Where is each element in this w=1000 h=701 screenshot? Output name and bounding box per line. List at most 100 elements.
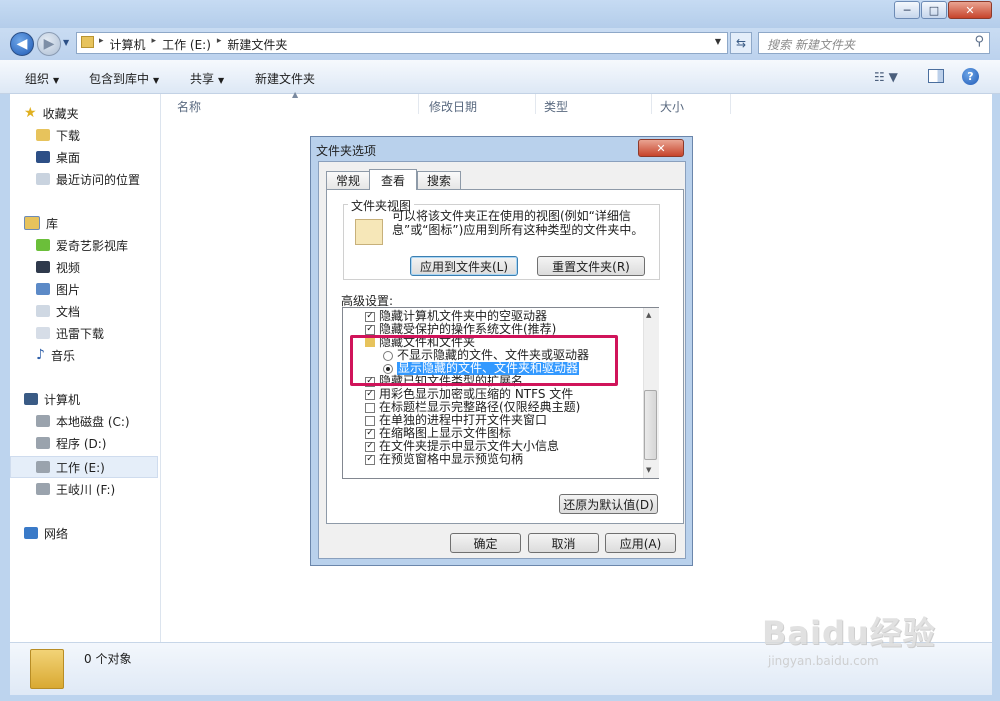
item-count: 0 个对象 <box>84 652 132 666</box>
search-box[interactable]: 搜索 新建文件夹 ⚲ <box>758 32 990 54</box>
desktop-icon <box>36 151 50 163</box>
address-dropdown-icon[interactable]: ▼ <box>715 37 721 46</box>
folder-view-icon <box>355 219 383 245</box>
checkbox-checked-icon[interactable]: ✓ <box>365 428 375 439</box>
setting-preview-handlers[interactable]: ✓ 在预览窗格中显示预览句柄 <box>365 453 523 466</box>
checkbox-unchecked-icon[interactable] <box>365 415 375 426</box>
tab-search[interactable]: 搜索 <box>417 171 461 189</box>
breadcrumb-separator: ▸ <box>151 36 157 46</box>
preview-pane-button[interactable] <box>928 69 944 83</box>
nav-libraries[interactable]: 库 <box>24 213 58 233</box>
column-header-modified[interactable]: 修改日期 <box>429 98 477 115</box>
column-separator[interactable] <box>730 94 731 114</box>
library-icon <box>24 216 40 230</box>
apply-to-folders-button[interactable]: 应用到文件夹(L) <box>410 256 518 276</box>
cancel-button[interactable]: 取消 <box>528 533 599 553</box>
chevron-down-icon: ▼ <box>63 38 70 47</box>
recent-pages-dropdown[interactable]: ▼ <box>63 38 69 47</box>
organize-label: 组织 <box>25 72 50 86</box>
view-options-button[interactable]: ☷ ▼ <box>874 70 898 84</box>
restore-defaults-button[interactable]: 还原为默认值(D) <box>559 494 658 514</box>
include-library-label: 包含到库中 <box>89 72 150 86</box>
apply-button[interactable]: 应用(A) <box>605 533 676 553</box>
tab-view[interactable]: 查看 <box>369 169 417 190</box>
share-menu[interactable]: 共享 ▼ <box>190 70 224 87</box>
chevron-down-icon: ▼ <box>218 76 225 85</box>
search-placeholder: 搜索 新建文件夹 <box>767 38 855 52</box>
chevron-down-icon: ▼ <box>153 76 160 85</box>
nav-thunder[interactable]: 迅雷下载 <box>36 323 104 343</box>
nav-downloads[interactable]: 下载 <box>36 125 80 145</box>
forward-button[interactable]: ▶ <box>37 32 61 56</box>
nav-label: 音乐 <box>50 348 75 363</box>
column-header-size[interactable]: 大小 <box>660 98 684 115</box>
refresh-icon: ⇆ <box>735 36 747 50</box>
drive-icon <box>36 415 50 427</box>
checkbox-checked-icon[interactable]: ✓ <box>365 454 375 465</box>
organize-menu[interactable]: 组织 ▼ <box>25 70 59 87</box>
ok-button[interactable]: 确定 <box>450 533 521 553</box>
pictures-icon <box>36 283 50 295</box>
help-icon: ? <box>967 70 974 83</box>
close-button[interactable]: ✕ <box>948 1 992 19</box>
nav-drive-d[interactable]: 程序 (D:) <box>36 433 106 453</box>
checkbox-checked-icon[interactable]: ✓ <box>365 389 375 400</box>
breadcrumb-new-folder[interactable]: 新建文件夹 <box>227 36 287 53</box>
nav-pictures[interactable]: 图片 <box>36 279 80 299</box>
column-separator[interactable] <box>418 94 419 114</box>
nav-iqiyi[interactable]: 爱奇艺影视库 <box>36 235 128 255</box>
back-button[interactable]: ◀ <box>10 32 34 56</box>
column-header-name[interactable]: 名称 <box>177 98 201 115</box>
dialog-close-button[interactable]: ✕ <box>638 139 684 157</box>
arrow-right-icon: ▶ <box>43 36 55 52</box>
music-icon: ♪ <box>36 347 45 363</box>
column-separator[interactable] <box>535 94 536 114</box>
nav-documents[interactable]: 文档 <box>36 301 80 321</box>
include-in-library-menu[interactable]: 包含到库中 ▼ <box>89 70 159 87</box>
title-bar <box>0 0 1000 28</box>
nav-label: 王岐川 (F:) <box>56 482 116 497</box>
documents-icon <box>36 305 50 317</box>
nav-videos[interactable]: 视频 <box>36 257 80 277</box>
minimize-button[interactable]: ─ <box>894 1 920 19</box>
baidu-watermark: Baidu经验 jingyan.baidu.com <box>762 592 982 672</box>
nav-desktop[interactable]: 桌面 <box>36 147 80 167</box>
nav-music[interactable]: ♪ 音乐 <box>36 345 75 365</box>
checkbox-unchecked-icon[interactable] <box>365 402 375 413</box>
nav-computer[interactable]: 计算机 <box>24 389 80 409</box>
scroll-down-icon[interactable]: ▼ <box>646 466 651 474</box>
nav-label: 图片 <box>56 282 81 297</box>
advanced-settings-list[interactable]: ✓ 隐藏计算机文件夹中的空驱动器 ✓ 隐藏受保护的操作系统文件(推荐) 隐藏文件和文… <box>342 307 659 479</box>
nav-drive-e[interactable]: 工作 (E:) <box>36 457 105 477</box>
breadcrumb-separator: ▸ <box>216 36 222 46</box>
column-header-type[interactable]: 类型 <box>544 98 568 115</box>
refresh-button[interactable]: ⇆ <box>730 32 752 54</box>
checkbox-checked-icon[interactable]: ✓ <box>365 441 375 452</box>
nav-label: 计算机 <box>44 392 81 407</box>
scrollbar-thumb[interactable] <box>644 390 657 460</box>
breadcrumb-computer[interactable]: 计算机 <box>110 36 146 53</box>
reset-folders-button[interactable]: 重置文件夹(R) <box>537 256 645 276</box>
maximize-button[interactable]: □ <box>921 1 947 19</box>
arrow-left-icon: ◀ <box>16 36 28 52</box>
nav-drive-f[interactable]: 王岐川 (F:) <box>36 479 115 499</box>
scroll-up-icon[interactable]: ▲ <box>646 311 651 319</box>
navigation-pane: ★ 收藏夹 下载 桌面 最近访问的位置 库 爱奇艺影视库 视频 图片 文档 迅雷下… <box>10 94 161 642</box>
column-separator[interactable] <box>651 94 652 114</box>
nav-label: 文档 <box>56 304 81 319</box>
help-button[interactable]: ? <box>962 68 979 85</box>
nav-label: 收藏夹 <box>42 106 79 121</box>
breadcrumb-drive-e[interactable]: 工作 (E:) <box>162 36 211 53</box>
nav-favorites[interactable]: ★ 收藏夹 <box>24 103 79 123</box>
iqiyi-icon <box>36 239 50 251</box>
checkbox-checked-icon[interactable]: ✓ <box>365 311 375 322</box>
new-folder-button[interactable]: 新建文件夹 <box>255 70 315 87</box>
nav-recent-places[interactable]: 最近访问的位置 <box>36 169 140 189</box>
watermark-url: jingyan.baidu.com <box>768 654 879 668</box>
checkbox-checked-icon[interactable]: ✓ <box>365 324 375 335</box>
nav-drive-c[interactable]: 本地磁盘 (C:) <box>36 411 130 431</box>
nav-network[interactable]: 网络 <box>24 523 68 543</box>
address-bar[interactable]: ▸ 计算机 ▸ 工作 (E:) ▸ 新建文件夹 ▼ <box>76 32 728 54</box>
tab-general[interactable]: 常规 <box>326 171 370 189</box>
breadcrumb-separator: ▸ <box>99 36 104 46</box>
